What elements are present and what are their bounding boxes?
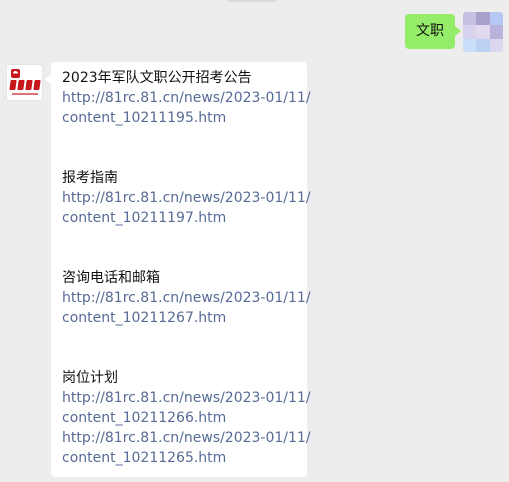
- section-title: 报考指南: [62, 170, 118, 186]
- scroll-top-edge: [228, 0, 276, 2]
- incoming-message-row: 2023年军队文职公开招考公告 http://81rc.81.cn/news/20…: [6, 62, 311, 477]
- brand-calligraphy-icon: [9, 79, 41, 90]
- section-title: 咨询电话和邮箱: [62, 270, 160, 286]
- avatar-tile: [463, 12, 477, 26]
- message-section: 2023年军队文职公开招考公告 http://81rc.81.cn/news/20…: [62, 68, 311, 128]
- message-section: 报考指南 http://81rc.81.cn/news/2023-01/11/co…: [62, 168, 311, 228]
- avatar-tile: [476, 38, 490, 52]
- url-link[interactable]: http://81rc.81.cn/news/2023-01/11/: [62, 288, 311, 308]
- avatar-tile: [476, 12, 490, 26]
- account-avatar[interactable]: [6, 64, 43, 101]
- url-link[interactable]: http://81rc.81.cn/news/2023-01/11/: [62, 428, 311, 448]
- user-avatar[interactable]: [463, 12, 503, 52]
- url-link[interactable]: content_10211266.htm: [62, 408, 296, 428]
- url-link[interactable]: content_10211265.htm: [62, 448, 296, 468]
- avatar-tile: [463, 25, 477, 39]
- url-link[interactable]: content_10211197.htm: [62, 208, 296, 228]
- outgoing-message-row: 文职: [405, 12, 503, 52]
- url-link[interactable]: http://81rc.81.cn/news/2023-01/11/: [62, 88, 311, 108]
- avatar-tile: [489, 25, 503, 39]
- url-link[interactable]: content_10211195.htm: [62, 108, 296, 128]
- avatar-tile: [463, 38, 477, 52]
- message-section: 咨询电话和邮箱 http://81rc.81.cn/news/2023-01/11…: [62, 268, 311, 328]
- section-title: 岗位计划: [62, 370, 118, 386]
- brand-logo-icon: [11, 69, 20, 78]
- avatar-tile: [476, 25, 490, 39]
- outgoing-message-bubble[interactable]: 文职: [405, 14, 461, 49]
- avatar-tile: [489, 38, 503, 52]
- url-link[interactable]: http://81rc.81.cn/news/2023-01/11/: [62, 388, 311, 408]
- brand-subtitle-icon: [12, 93, 38, 95]
- incoming-message-bubble[interactable]: 2023年军队文职公开招考公告 http://81rc.81.cn/news/20…: [45, 62, 311, 477]
- url-link[interactable]: http://81rc.81.cn/news/2023-01/11/: [62, 188, 311, 208]
- avatar-tile: [489, 12, 503, 26]
- section-title: 2023年军队文职公开招考公告: [62, 70, 252, 86]
- message-section: 岗位计划 http://81rc.81.cn/news/2023-01/11/co…: [62, 368, 311, 468]
- url-link[interactable]: content_10211267.htm: [62, 308, 296, 328]
- outgoing-message-text: 文职: [416, 23, 444, 39]
